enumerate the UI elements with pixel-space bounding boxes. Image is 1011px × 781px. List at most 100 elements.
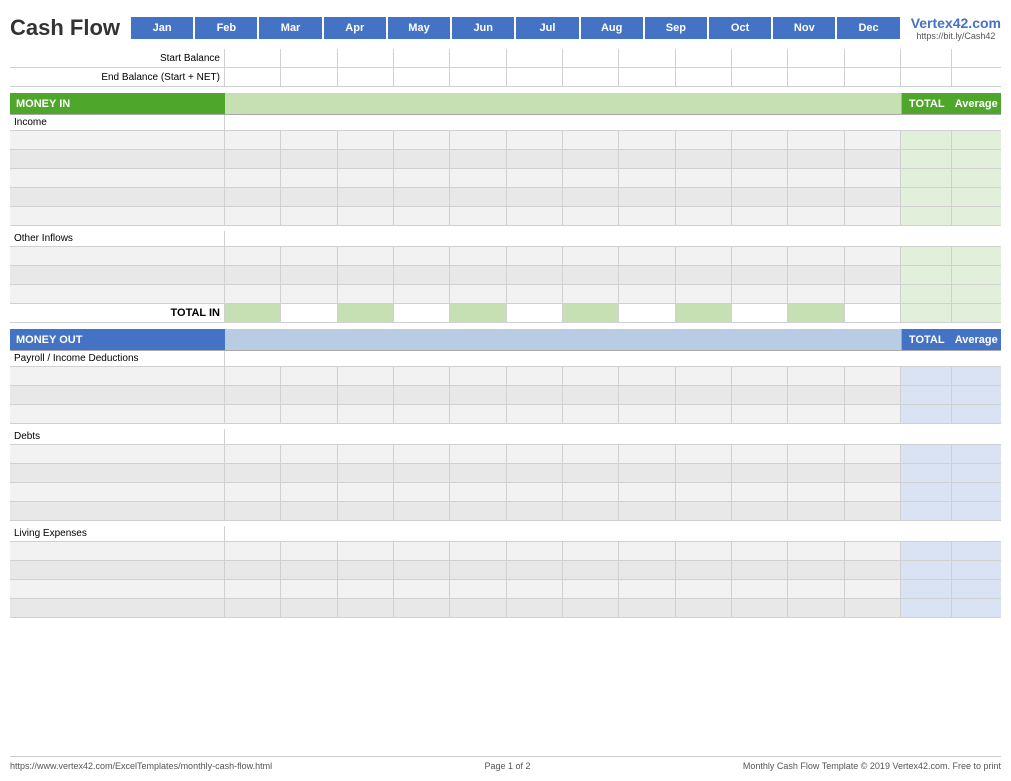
- month-cell[interactable]: [225, 580, 281, 598]
- month-cell[interactable]: [619, 464, 675, 482]
- month-cell[interactable]: [563, 247, 619, 265]
- month-btn-jul[interactable]: Jul: [515, 16, 579, 40]
- month-cell[interactable]: [225, 247, 281, 265]
- month-cell[interactable]: [732, 266, 788, 284]
- month-cell[interactable]: [619, 367, 675, 385]
- total-in-total[interactable]: [901, 304, 952, 322]
- month-cell[interactable]: [676, 247, 732, 265]
- month-cell[interactable]: [225, 542, 281, 560]
- row-label[interactable]: [10, 131, 225, 149]
- month-cell[interactable]: [563, 169, 619, 187]
- month-cell[interactable]: [732, 386, 788, 404]
- month-cell[interactable]: [394, 561, 450, 579]
- month-cell[interactable]: [732, 561, 788, 579]
- month-cell[interactable]: [732, 207, 788, 225]
- month-cell[interactable]: [281, 169, 337, 187]
- month-cell[interactable]: [788, 169, 844, 187]
- total-in-month-cell[interactable]: [394, 304, 450, 322]
- month-cell[interactable]: [732, 150, 788, 168]
- month-cell[interactable]: [845, 483, 901, 501]
- month-cell[interactable]: [619, 445, 675, 463]
- month-cell[interactable]: [788, 483, 844, 501]
- month-cell-0[interactable]: [225, 68, 281, 86]
- month-cell-3[interactable]: [394, 49, 450, 67]
- total-in-month-cell[interactable]: [281, 304, 337, 322]
- month-cell[interactable]: [507, 169, 563, 187]
- start-balance-total[interactable]: [901, 49, 952, 67]
- month-cell[interactable]: [394, 386, 450, 404]
- month-cell[interactable]: [732, 542, 788, 560]
- month-cell-10[interactable]: [788, 49, 844, 67]
- month-cell[interactable]: [338, 483, 394, 501]
- month-cell[interactable]: [845, 207, 901, 225]
- month-cell[interactable]: [450, 405, 506, 423]
- month-cell[interactable]: [225, 285, 281, 303]
- month-cell[interactable]: [563, 599, 619, 617]
- month-cell[interactable]: [450, 266, 506, 284]
- month-cell[interactable]: [225, 150, 281, 168]
- month-cell[interactable]: [619, 561, 675, 579]
- month-cell[interactable]: [845, 247, 901, 265]
- month-cell-8[interactable]: [676, 49, 732, 67]
- month-cell[interactable]: [845, 542, 901, 560]
- month-btn-aug[interactable]: Aug: [580, 16, 644, 40]
- month-cell[interactable]: [788, 150, 844, 168]
- month-cell[interactable]: [225, 464, 281, 482]
- month-cell[interactable]: [732, 131, 788, 149]
- total-in-month-cell[interactable]: [450, 304, 506, 322]
- month-cell[interactable]: [676, 542, 732, 560]
- month-cell[interactable]: [676, 131, 732, 149]
- month-cell[interactable]: [338, 464, 394, 482]
- month-cell[interactable]: [281, 502, 337, 520]
- month-btn-feb[interactable]: Feb: [194, 16, 258, 40]
- month-cell[interactable]: [563, 266, 619, 284]
- month-cell[interactable]: [338, 405, 394, 423]
- month-cell[interactable]: [394, 169, 450, 187]
- month-cell[interactable]: [281, 285, 337, 303]
- start-balance-avg[interactable]: [952, 49, 1002, 67]
- total-in-month-cell[interactable]: [338, 304, 394, 322]
- month-cell[interactable]: [225, 207, 281, 225]
- month-cell[interactable]: [788, 188, 844, 206]
- month-cell[interactable]: [450, 502, 506, 520]
- month-cell[interactable]: [281, 266, 337, 284]
- month-cell[interactable]: [225, 131, 281, 149]
- month-cell[interactable]: [450, 247, 506, 265]
- month-cell[interactable]: [281, 542, 337, 560]
- month-cell[interactable]: [732, 580, 788, 598]
- month-cell[interactable]: [676, 150, 732, 168]
- month-cell-10[interactable]: [788, 68, 844, 86]
- month-cell[interactable]: [225, 483, 281, 501]
- month-cell[interactable]: [788, 131, 844, 149]
- month-cell[interactable]: [676, 188, 732, 206]
- month-cell[interactable]: [450, 386, 506, 404]
- month-cell[interactable]: [225, 561, 281, 579]
- month-cell[interactable]: [281, 405, 337, 423]
- month-cell[interactable]: [619, 405, 675, 423]
- month-cell[interactable]: [788, 445, 844, 463]
- month-cell[interactable]: [394, 150, 450, 168]
- row-label[interactable]: [10, 247, 225, 265]
- month-cell[interactable]: [281, 561, 337, 579]
- total-in-avg[interactable]: [952, 304, 1002, 322]
- month-cell[interactable]: [281, 247, 337, 265]
- month-cell-5[interactable]: [507, 49, 563, 67]
- month-cell[interactable]: [563, 580, 619, 598]
- end-balance-total[interactable]: [901, 68, 952, 86]
- month-cell[interactable]: [676, 386, 732, 404]
- total-in-month-cell[interactable]: [788, 304, 844, 322]
- month-cell[interactable]: [676, 599, 732, 617]
- month-cell[interactable]: [281, 445, 337, 463]
- month-cell[interactable]: [563, 188, 619, 206]
- month-cell-2[interactable]: [338, 68, 394, 86]
- month-cell[interactable]: [450, 188, 506, 206]
- month-cell[interactable]: [338, 207, 394, 225]
- month-cell[interactable]: [619, 502, 675, 520]
- month-cell[interactable]: [788, 561, 844, 579]
- month-cell[interactable]: [225, 502, 281, 520]
- month-cell[interactable]: [676, 285, 732, 303]
- month-cell[interactable]: [788, 367, 844, 385]
- month-cell[interactable]: [676, 169, 732, 187]
- month-btn-apr[interactable]: Apr: [323, 16, 387, 40]
- month-cell[interactable]: [619, 247, 675, 265]
